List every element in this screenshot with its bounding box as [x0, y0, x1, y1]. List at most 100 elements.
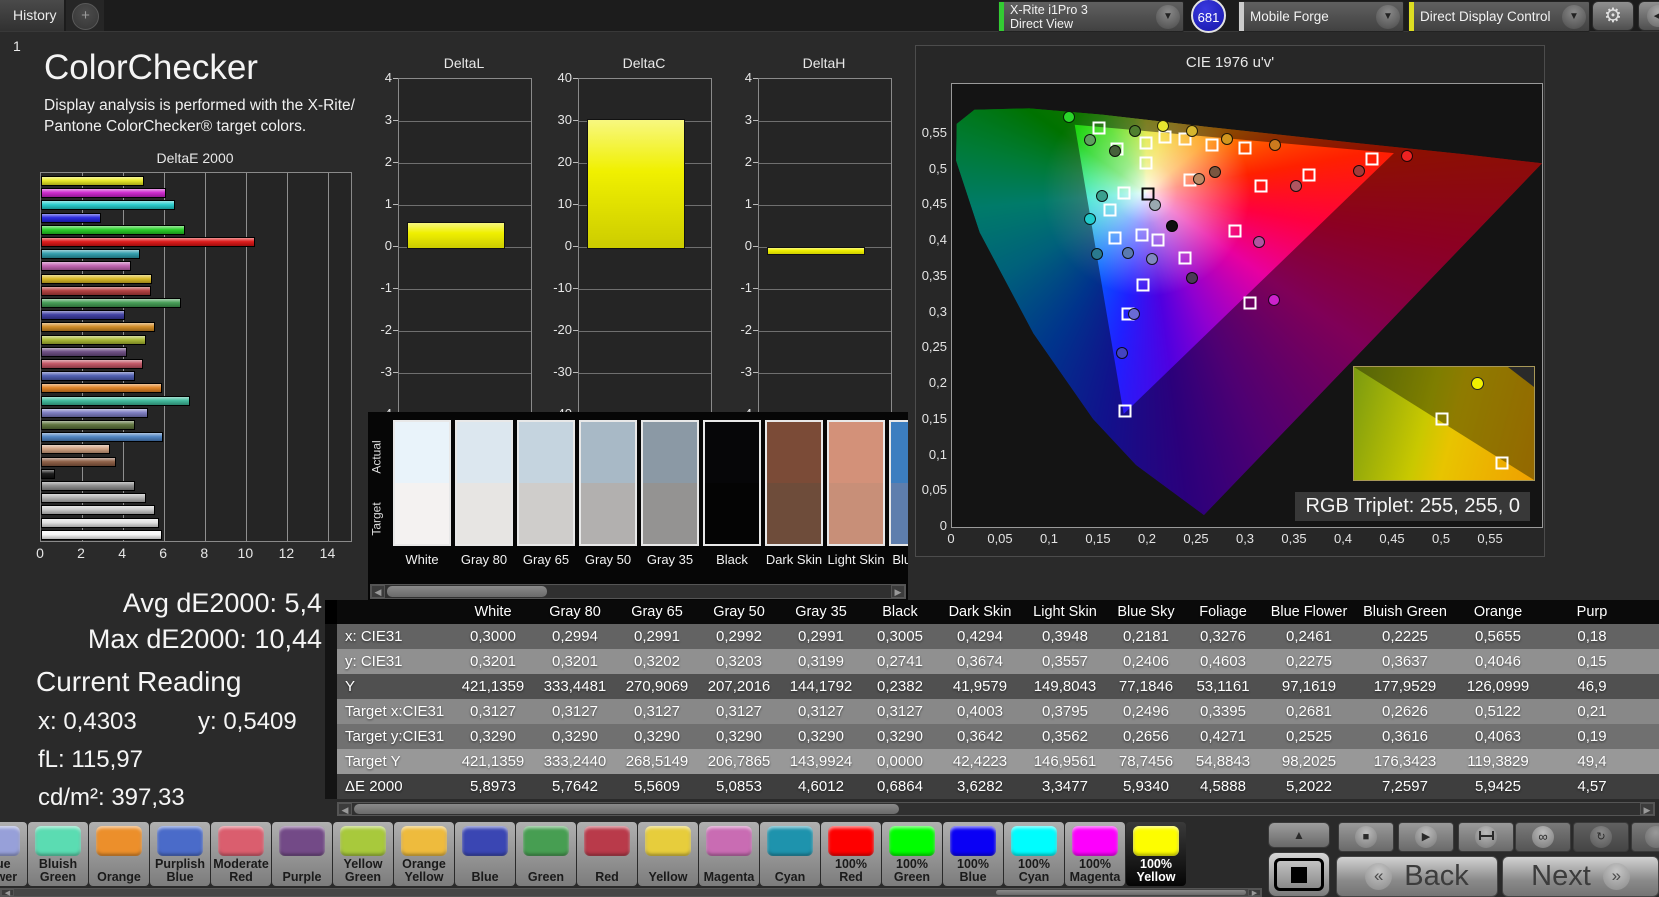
stop-icon: ■	[1355, 826, 1377, 848]
refresh-read-button[interactable]: ↻	[1573, 822, 1629, 852]
swatch-target	[705, 483, 759, 544]
cie-chart-title: CIE 1976 u'v'	[916, 54, 1544, 71]
patch-window-button[interactable]	[1268, 852, 1330, 897]
axis-tick-label: 8	[191, 545, 217, 561]
cie-measured-marker	[1193, 173, 1205, 185]
table-cell: 0,2406	[1108, 649, 1184, 674]
axis-tick-label: 0,05	[916, 482, 947, 497]
patch-label: Red	[579, 871, 635, 884]
patch-button-100-magenta[interactable]: 100% Magenta	[1065, 822, 1125, 886]
patch-button-moderate-red[interactable]: Moderate Red	[211, 822, 271, 886]
table-cell: 97,1619	[1262, 674, 1356, 699]
palette-scrollbar-thumb[interactable]	[996, 890, 1246, 895]
patch-button-purplish-blue[interactable]: Purplish Blue	[150, 822, 210, 886]
patch-button-100-yellow[interactable]: 100% Yellow	[1126, 822, 1186, 886]
tab-history-1[interactable]: History 1	[0, 0, 64, 31]
table-scrollbar[interactable]: ◀ ▶	[337, 802, 1655, 816]
cie-target-marker	[1140, 157, 1153, 170]
row-label: x: CIE31	[337, 624, 452, 649]
patch-button-blue[interactable]: Blue	[455, 822, 515, 886]
chevron-down-icon: ▼	[1156, 5, 1180, 29]
gridline	[399, 205, 531, 206]
patch-button-bluish-green[interactable]: Bluish Green	[28, 822, 88, 886]
deltae-bar	[41, 213, 101, 223]
expand-patch-list-button[interactable]: ▲	[1268, 822, 1330, 848]
palette-scrollbar[interactable]: ◀ ▶	[0, 888, 1262, 897]
gridline	[759, 373, 891, 374]
table-cell: 41,9579	[938, 674, 1022, 699]
patch-button-magenta[interactable]: Magenta	[699, 822, 759, 886]
delta-bar	[407, 222, 505, 249]
axis-tick-label: 12	[273, 545, 299, 561]
axis-tick-mark	[393, 120, 398, 121]
stop-measure-button[interactable]: ■	[1338, 822, 1394, 852]
patch-button-yellow[interactable]: Yellow	[638, 822, 698, 886]
patch-label: Yellow Green	[335, 858, 391, 884]
table-cell: 0,3290	[698, 724, 780, 749]
patch-button-red[interactable]: Red	[577, 822, 637, 886]
patch-button-orange-yellow[interactable]: Orange Yellow	[394, 822, 454, 886]
add-tab-button[interactable]: +	[72, 3, 99, 30]
patch-button-blue-flower[interactable]: Blue Flower	[0, 822, 27, 886]
patch-swatch	[584, 826, 630, 856]
workflow-selector-dropdown[interactable]: Direct Display Control ▼	[1408, 1, 1590, 32]
axis-tick-label: -2	[362, 322, 392, 337]
scroll-right-icon[interactable]: ▶	[1248, 889, 1261, 896]
patch-button-100-green[interactable]: 100% Green	[882, 822, 942, 886]
swatch-label: Black	[701, 552, 763, 567]
table-cell: 0,3203	[698, 649, 780, 674]
cie-target-marker	[1117, 187, 1130, 200]
cie-measured-marker	[1186, 125, 1198, 137]
play-measure-button[interactable]: ▶	[1398, 822, 1454, 852]
patch-button-cyan[interactable]: Cyan	[760, 822, 820, 886]
cie-target-marker	[1239, 142, 1252, 155]
swatch-gray-50	[579, 420, 637, 546]
patch-swatch	[950, 826, 996, 856]
axis-tick-mark	[393, 288, 398, 289]
axis-tick-label: 0	[542, 238, 572, 253]
swatch-scrollbar[interactable]: ◀ ▶	[370, 584, 906, 599]
patch-button-green[interactable]: Green	[516, 822, 576, 886]
scroll-left-icon[interactable]: ◀	[1, 889, 14, 896]
extra-action-button[interactable]	[1631, 822, 1659, 852]
scroll-left-icon[interactable]: ◀	[338, 803, 352, 815]
settings-button[interactable]: ⚙	[1592, 1, 1634, 31]
scroll-right-icon[interactable]: ▶	[891, 585, 905, 598]
patch-button-purple[interactable]: Purple	[272, 822, 332, 886]
patch-button-100-cyan[interactable]: 100% Cyan	[1004, 822, 1064, 886]
continuous-read-button[interactable]: ∞	[1515, 822, 1571, 852]
axis-tick-label: 0,35	[916, 268, 947, 283]
collapse-panel-button[interactable]: ◀	[1638, 1, 1659, 31]
axis-tick-label: 3	[362, 112, 392, 127]
table-cell: 0,3276	[1184, 624, 1262, 649]
table-cell: 0,2225	[1356, 624, 1454, 649]
scroll-left-icon[interactable]: ◀	[371, 585, 385, 598]
patch-button-100-blue[interactable]: 100% Blue	[943, 822, 1003, 886]
meter-selector-dropdown[interactable]: X-Rite i1Pro 3 Direct View ▼	[998, 1, 1184, 32]
swatch-scrollbar-thumb[interactable]	[387, 586, 547, 597]
deltae-bar	[41, 457, 116, 467]
table-cell: 0,2525	[1262, 724, 1356, 749]
axis-tick-mark	[753, 372, 758, 373]
source-selector-dropdown[interactable]: Mobile Forge ▼	[1238, 1, 1404, 32]
gridline	[205, 173, 206, 541]
back-button[interactable]: « Back	[1336, 856, 1498, 897]
patch-button-yellow-green[interactable]: Yellow Green	[333, 822, 393, 886]
axis-tick-label: 0	[27, 545, 53, 561]
table-cell: 5,2022	[1262, 774, 1356, 799]
swatch-actual	[767, 422, 821, 483]
patch-button-orange[interactable]: Orange	[89, 822, 149, 886]
patch-swatch	[767, 826, 813, 856]
workflow-selector-label: Direct Display Control	[1414, 10, 1562, 24]
cie-target-marker	[1119, 405, 1132, 418]
table-cell: 46,9	[1542, 674, 1642, 699]
step-range-button[interactable]	[1458, 822, 1514, 852]
table-scrollbar-thumb[interactable]	[354, 804, 899, 814]
axis-tick-label: 0,1	[916, 447, 947, 462]
next-button[interactable]: Next »	[1502, 856, 1659, 897]
chevron-down-icon: ▼	[1562, 5, 1586, 29]
swatch-label: Light Skin	[825, 552, 887, 567]
axis-tick-mark	[573, 330, 578, 331]
patch-button-100-red[interactable]: 100% Red	[821, 822, 881, 886]
scroll-right-icon[interactable]: ▶	[1640, 803, 1654, 815]
